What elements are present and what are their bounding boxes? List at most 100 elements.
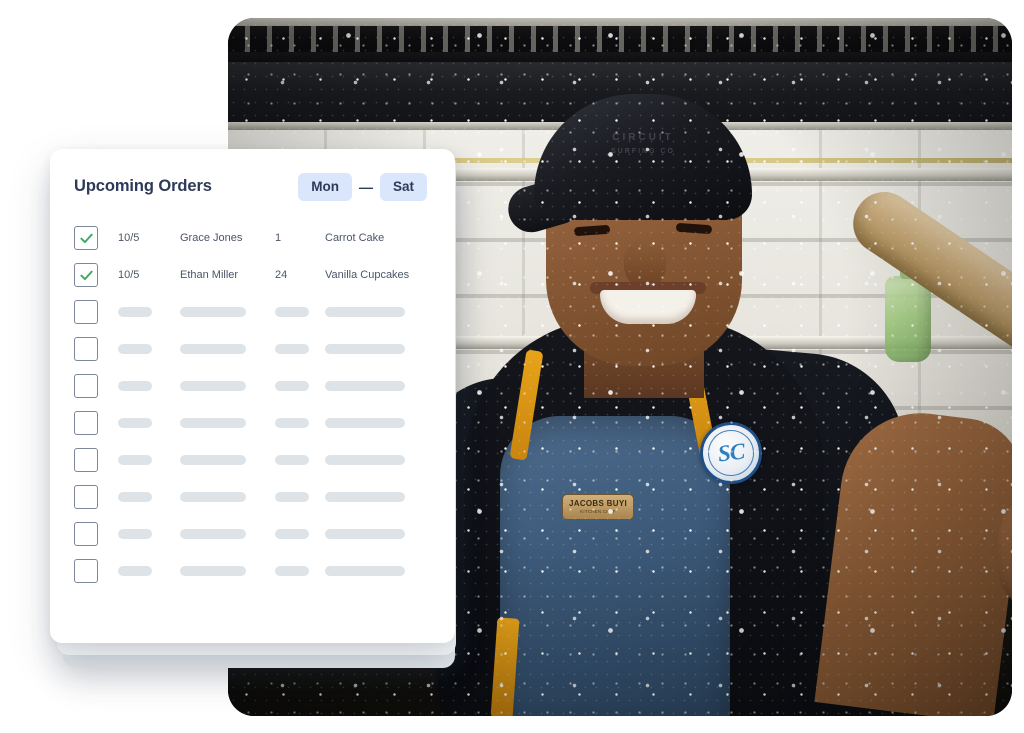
table-row[interactable] [74, 516, 431, 553]
date-range-selector[interactable]: Mon — Sat [298, 173, 427, 201]
skeleton-placeholder [325, 344, 405, 354]
name-tag-line-2: KITCHEN CHEF [580, 508, 616, 514]
table-row[interactable] [74, 368, 431, 405]
order-quantity [275, 381, 325, 391]
skeleton-placeholder [275, 418, 309, 428]
order-date [118, 566, 180, 576]
checkbox-unchecked[interactable] [74, 559, 98, 583]
order-date: 10/5 [118, 269, 140, 281]
skeleton-placeholder [180, 381, 246, 391]
order-quantity [275, 344, 325, 354]
order-quantity: 1 [275, 232, 282, 244]
order-customer [180, 455, 275, 465]
order-item [325, 455, 431, 465]
checkbox-unchecked[interactable] [74, 522, 98, 546]
vent-hood-slats-icon [228, 26, 1012, 52]
order-quantity [275, 455, 325, 465]
skeleton-placeholder [118, 418, 152, 428]
skeleton-placeholder [118, 566, 152, 576]
checkbox-unchecked[interactable] [74, 374, 98, 398]
order-customer [180, 307, 275, 317]
order-item [325, 381, 431, 391]
skeleton-placeholder [275, 455, 309, 465]
table-row[interactable] [74, 442, 431, 479]
skeleton-placeholder [118, 492, 152, 502]
skeleton-placeholder [180, 492, 246, 502]
skeleton-placeholder [118, 529, 152, 539]
range-end-pill[interactable]: Sat [379, 173, 427, 201]
order-quantity [275, 529, 325, 539]
order-item [325, 307, 431, 317]
card-header: Upcoming Orders Mon — Sat [50, 149, 455, 201]
smile-teeth [600, 290, 696, 324]
skeleton-placeholder [275, 307, 309, 317]
skeleton-placeholder [118, 307, 152, 317]
skeleton-placeholder [180, 455, 246, 465]
skeleton-placeholder [325, 381, 405, 391]
checkbox-checked[interactable] [74, 226, 98, 250]
denim-apron [500, 416, 730, 716]
skeleton-placeholder [180, 566, 246, 576]
apron-name-tag: JACOBS BUYI KITCHEN CHEF [562, 494, 634, 520]
order-date [118, 307, 180, 317]
range-separator: — [358, 178, 373, 195]
order-date [118, 418, 180, 428]
table-row[interactable] [74, 331, 431, 368]
checkbox-unchecked[interactable] [74, 411, 98, 435]
checkbox-checked[interactable] [74, 263, 98, 287]
screenshot-root: JACOBS BUYI KITCHEN CHEF SC CIRCUIT SURF… [0, 0, 1024, 733]
orders-list: 10/5 Grace Jones 1 Carrot Cake 10/5 Ethan Mil… [50, 220, 455, 590]
order-quantity [275, 307, 325, 317]
order-customer: Ethan Miller [180, 269, 239, 281]
order-quantity [275, 418, 325, 428]
checkbox-unchecked[interactable] [74, 300, 98, 324]
table-row[interactable] [74, 294, 431, 331]
checkbox-unchecked[interactable] [74, 448, 98, 472]
table-row[interactable] [74, 405, 431, 442]
order-customer [180, 492, 275, 502]
skeleton-placeholder [118, 344, 152, 354]
table-row[interactable]: 10/5 Ethan Miller 24 Vanilla Cupcakes [74, 257, 431, 294]
skeleton-placeholder [325, 529, 405, 539]
order-date [118, 529, 180, 539]
skeleton-placeholder [275, 566, 309, 576]
skeleton-placeholder [275, 492, 309, 502]
order-quantity: 24 [275, 269, 288, 281]
skeleton-placeholder [275, 529, 309, 539]
range-start-pill[interactable]: Mon [298, 173, 352, 201]
green-bottle [885, 263, 931, 362]
order-item: Carrot Cake [325, 232, 385, 244]
table-row[interactable] [74, 553, 431, 590]
order-quantity [275, 492, 325, 502]
badge-ring [705, 427, 757, 479]
table-row[interactable] [74, 479, 431, 516]
order-item [325, 492, 431, 502]
order-customer [180, 418, 275, 428]
skeleton-placeholder [118, 381, 152, 391]
skeleton-placeholder [325, 307, 405, 317]
order-date [118, 381, 180, 391]
skeleton-placeholder [275, 381, 309, 391]
order-date [118, 455, 180, 465]
skeleton-placeholder [325, 418, 405, 428]
order-quantity [275, 566, 325, 576]
skeleton-placeholder [275, 344, 309, 354]
skeleton-placeholder [325, 566, 405, 576]
skeleton-placeholder [325, 492, 405, 502]
order-customer: Grace Jones [180, 232, 243, 244]
skeleton-placeholder [180, 307, 246, 317]
table-row[interactable]: 10/5 Grace Jones 1 Carrot Cake [74, 220, 431, 257]
order-date [118, 492, 180, 502]
order-customer [180, 381, 275, 391]
order-item [325, 529, 431, 539]
checkbox-unchecked[interactable] [74, 485, 98, 509]
order-customer [180, 566, 275, 576]
order-item: Vanilla Cupcakes [325, 269, 410, 281]
name-tag-line-1: JACOBS BUYI [569, 498, 627, 508]
order-item [325, 418, 431, 428]
cap-text-line-2: SURFING CO [611, 148, 675, 155]
skeleton-placeholder [180, 529, 246, 539]
order-customer [180, 529, 275, 539]
checkbox-unchecked[interactable] [74, 337, 98, 361]
cap-text-line-1: CIRCUIT [612, 132, 674, 143]
